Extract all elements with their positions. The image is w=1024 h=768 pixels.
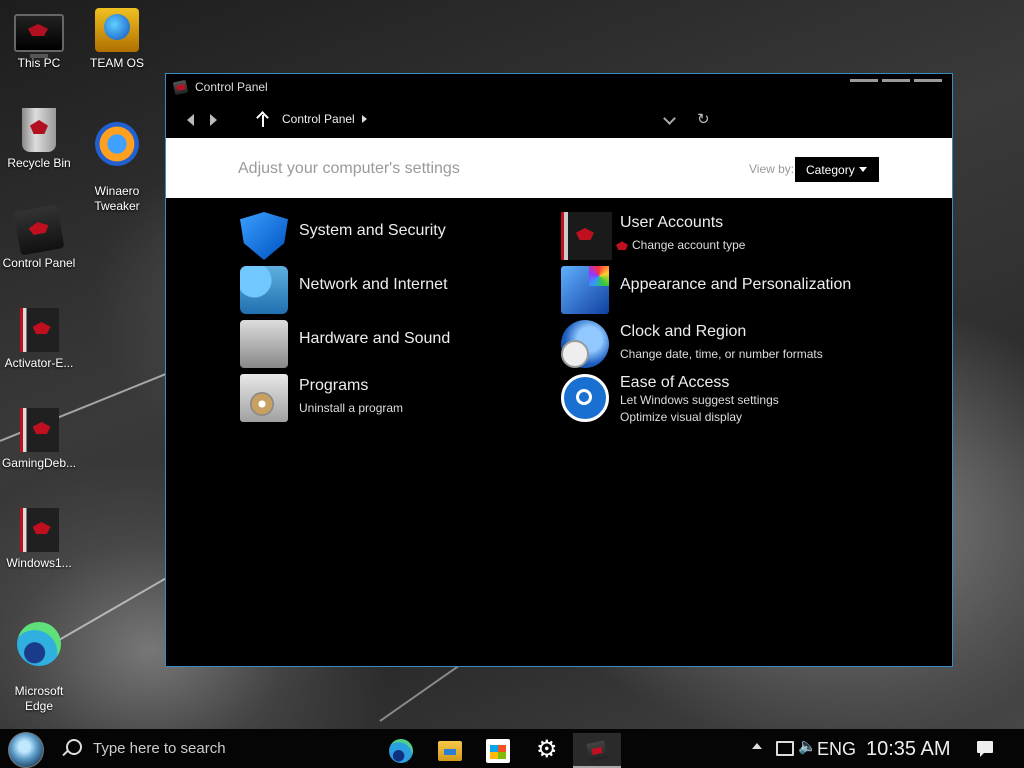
view-by-dropdown[interactable]: Category [795,157,879,182]
volume-icon[interactable]: 🔈 [798,737,817,755]
desktop-icon-label: GamingDeb... [1,456,77,470]
title-bar[interactable]: Control Panel [166,74,952,102]
network-icon [240,266,288,314]
show-hidden-icons-icon[interactable] [752,743,762,749]
change-account-type-link[interactable]: Change account type [616,238,745,252]
winaero-tweaker-icon [95,122,139,166]
search-box[interactable]: Type here to search [93,740,226,757]
application-icon [19,408,59,452]
maximize-button[interactable] [882,79,910,82]
close-button[interactable] [914,79,942,82]
link-text[interactable]: Change account type [632,238,745,252]
category-title[interactable]: System and Security [299,222,446,240]
programs-icon [240,374,288,422]
control-panel-window: Control Panel Control Panel ↻ Adjust you… [165,73,953,667]
optimize-visual-display-link[interactable]: Optimize visual display [620,410,742,424]
desktop-icon-label: Recycle Bin [7,156,71,170]
application-icon [19,308,59,352]
back-button[interactable] [187,114,194,126]
desktop-icon-label: TEAM OS [89,56,144,70]
category-title[interactable]: Appearance and Personalization [620,276,851,294]
taskbar-settings[interactable]: ⚙ [523,733,571,768]
category-title[interactable]: Network and Internet [299,276,448,294]
network-icon[interactable] [776,741,794,756]
chevron-right-icon[interactable] [362,115,367,123]
address-bar: Control Panel ↻ [166,102,952,136]
control-panel-icon [586,740,608,762]
chevron-down-icon[interactable] [663,112,676,125]
view-by-label: View by: [749,162,795,176]
desktop-icon-recycle-bin[interactable]: Recycle Bin [0,108,78,170]
language-indicator[interactable]: ENG [817,739,856,760]
clock[interactable]: 10:35 AM [866,738,951,761]
desktop-icon-winaero-tweaker[interactable]: Winaero Tweaker [78,108,156,228]
up-arrow-icon[interactable] [256,111,270,127]
taskbar-file-explorer[interactable] [426,733,474,768]
window-title: Control Panel [195,80,268,94]
category-title[interactable]: Programs [299,377,368,395]
computer-icon [14,14,64,58]
breadcrumb[interactable]: Control Panel [282,112,355,126]
shield-icon [240,212,288,260]
desktop-icon-label: Control Panel [2,256,76,270]
uninstall-program-link[interactable]: Uninstall a program [299,401,403,415]
page-title: Adjust your computer's settings [238,160,460,177]
desktop-icon-activator[interactable]: Activator-E... [0,308,78,370]
control-panel-icon [172,79,189,96]
header-strip: Adjust your computer's settings View by:… [166,138,952,198]
taskbar: Type here to search ⚙ 🔈 ENG 10:35 AM [0,729,1024,768]
start-button[interactable] [8,732,44,768]
taskbar-edge[interactable] [377,733,425,768]
edge-icon [389,739,413,763]
desktop-icon-label: Activator-E... [4,356,74,370]
desktop-icon-label: This PC [17,56,61,70]
change-date-formats-link[interactable]: Change date, time, or number formats [620,347,823,361]
printer-icon [240,320,288,368]
forward-button[interactable] [210,114,217,126]
search-icon[interactable] [66,739,82,755]
desktop-icon-team-os[interactable]: TEAM OS [78,8,156,70]
desktop-icon-windows1[interactable]: Windows1... [0,508,78,570]
minimize-button[interactable] [850,79,878,82]
refresh-icon[interactable]: ↻ [697,110,710,128]
taskbar-store[interactable] [474,733,522,768]
desktop-icon-label: Windows1... [6,556,72,570]
user-accounts-icon [561,212,612,260]
team-os-icon [95,8,139,52]
category-title[interactable]: User Accounts [620,214,723,232]
category-title[interactable]: Ease of Access [620,374,729,392]
windows-suggest-settings-link[interactable]: Let Windows suggest settings [620,393,779,407]
taskbar-control-panel[interactable] [573,733,621,768]
clock-icon [561,320,609,368]
desktop-icon-label: Winaero Tweaker [94,184,140,213]
desktop-icon-control-panel[interactable]: Control Panel [0,204,78,270]
desktop-icon-label: Microsoft Edge [14,684,64,713]
edge-icon [17,622,61,666]
settings-icon: ⚙ [536,736,558,763]
notification-icon[interactable] [977,741,993,757]
desktop-icon-this-pc[interactable]: This PC [0,8,78,70]
desktop-icon-microsoft-edge[interactable]: Microsoft Edge [0,608,78,728]
category-title[interactable]: Hardware and Sound [299,330,450,348]
control-panel-icon [13,204,65,256]
recycle-bin-icon [22,108,56,152]
admin-shield-icon [616,241,628,251]
appearance-icon [561,266,609,314]
ease-of-access-icon [561,374,609,422]
desktop-icon-gamingdeb[interactable]: GamingDeb... [0,408,78,470]
file-explorer-icon [438,741,462,761]
category-title[interactable]: Clock and Region [620,323,746,341]
application-icon [19,508,59,552]
store-icon [486,739,510,763]
